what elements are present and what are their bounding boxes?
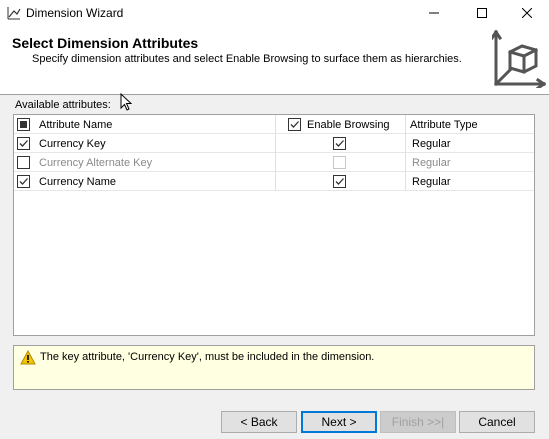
column-divider <box>405 172 406 191</box>
column-divider <box>275 153 276 172</box>
warning-icon <box>20 350 36 365</box>
validation-message-text: The key attribute, 'Currency Key', must … <box>40 351 375 363</box>
column-divider[interactable] <box>405 115 406 134</box>
check-icon <box>19 140 28 147</box>
enable-browsing-checkbox[interactable] <box>333 137 346 150</box>
column-divider <box>275 134 276 153</box>
grid-header-row: Attribute Name Enable Browsing Attribute… <box>14 115 534 134</box>
attribute-type-cell: Regular <box>412 156 451 169</box>
maximize-icon <box>477 8 487 18</box>
wizard-header: Select Dimension Attributes Specify dime… <box>0 26 549 94</box>
attribute-select-checkbox[interactable] <box>17 156 30 169</box>
check-icon <box>19 178 28 185</box>
column-divider[interactable] <box>275 115 276 134</box>
column-divider <box>275 172 276 191</box>
wizard-icon <box>7 7 21 20</box>
column-divider <box>405 134 406 153</box>
table-row[interactable]: Currency Key Regular <box>14 134 534 153</box>
check-icon <box>290 121 299 128</box>
back-button[interactable]: < Back <box>221 411 297 433</box>
check-icon <box>335 178 344 185</box>
column-header-enable-browsing[interactable]: Enable Browsing <box>307 115 390 134</box>
main-panel: Available attributes: Attribute Name Ena… <box>0 93 549 439</box>
attribute-name-cell: Currency Alternate Key <box>39 156 153 169</box>
attributes-grid[interactable]: Attribute Name Enable Browsing Attribute… <box>13 114 535 336</box>
enable-browsing-checkbox <box>333 156 346 169</box>
enable-browsing-all-checkbox[interactable] <box>288 118 301 131</box>
column-header-attribute-type[interactable]: Attribute Type <box>410 115 478 134</box>
attribute-name-cell: Currency Name <box>39 175 117 188</box>
window-title: Dimension Wizard <box>26 6 124 20</box>
minimize-button[interactable] <box>411 0 457 26</box>
next-button[interactable]: Next > <box>301 411 377 433</box>
attribute-select-checkbox[interactable] <box>17 175 30 188</box>
attribute-type-cell[interactable]: Regular <box>412 172 451 191</box>
page-title: Select Dimension Attributes <box>12 35 199 51</box>
attribute-type-cell[interactable]: Regular <box>412 134 451 153</box>
attribute-name-cell: Currency Key <box>39 137 106 150</box>
check-icon <box>335 140 344 147</box>
title-bar: Dimension Wizard <box>0 0 549 26</box>
cancel-button[interactable]: Cancel <box>459 411 535 433</box>
table-row[interactable]: Currency Name Regular <box>14 172 534 191</box>
page-subtitle: Specify dimension attributes and select … <box>32 53 462 65</box>
maximize-button[interactable] <box>459 0 505 26</box>
close-icon <box>522 8 532 18</box>
dimension-cube-icon <box>492 29 546 88</box>
validation-message-box: The key attribute, 'Currency Key', must … <box>13 345 535 390</box>
column-divider <box>405 153 406 172</box>
finish-button[interactable]: Finish >>| <box>380 411 456 433</box>
indeterminate-icon <box>20 121 27 128</box>
column-header-attribute-name[interactable]: Attribute Name <box>39 115 112 134</box>
close-button[interactable] <box>504 0 549 26</box>
minimize-icon <box>429 12 439 14</box>
table-row[interactable]: Currency Alternate Key Regular <box>14 153 534 172</box>
enable-browsing-checkbox[interactable] <box>333 175 346 188</box>
select-all-checkbox[interactable] <box>17 118 30 131</box>
attribute-select-checkbox[interactable] <box>17 137 30 150</box>
mouse-pointer-icon <box>120 93 133 111</box>
available-attributes-label: Available attributes: <box>15 99 111 111</box>
